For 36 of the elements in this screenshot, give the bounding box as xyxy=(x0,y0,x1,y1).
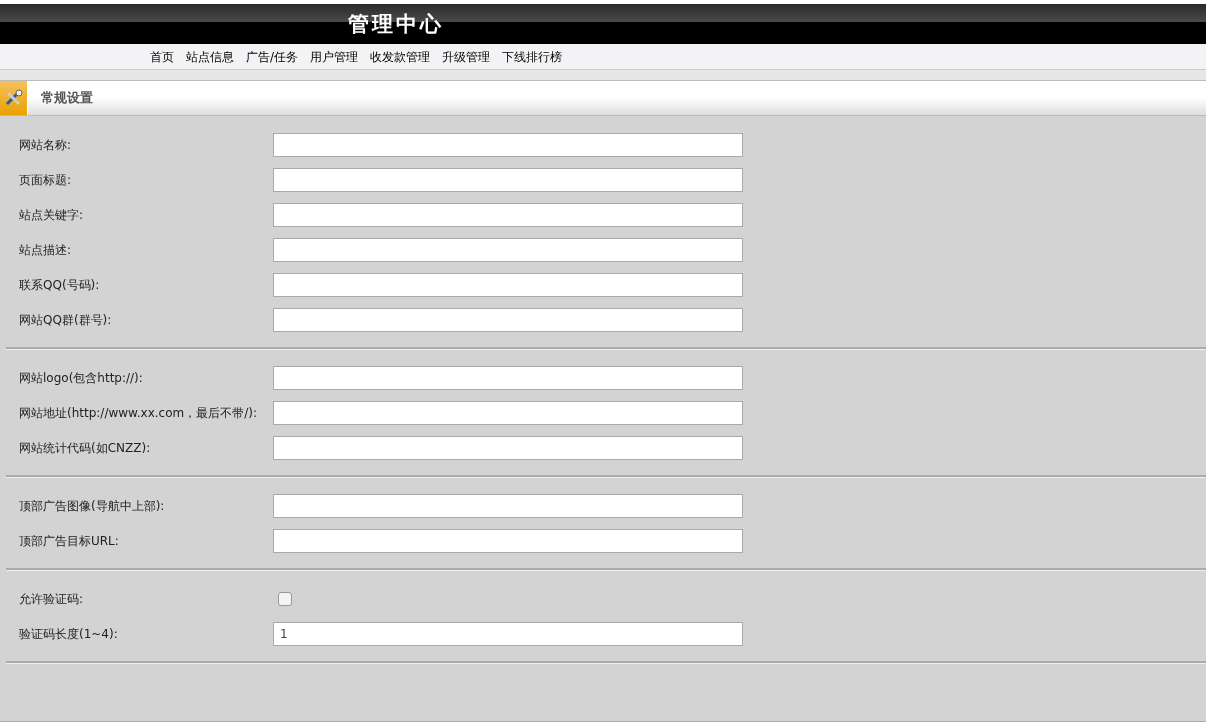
input-field[interactable] xyxy=(273,133,743,157)
nav-link[interactable]: 站点信息 xyxy=(186,48,234,66)
field-label: 页面标题: xyxy=(18,171,73,189)
field-label: 站点关键字: xyxy=(18,206,85,224)
field-label: 联系QQ(号码): xyxy=(18,276,101,294)
input-field[interactable] xyxy=(273,273,743,297)
field-label: 网站logo(包含http://): xyxy=(18,369,144,387)
field-label: 网站QQ群(群号): xyxy=(18,311,113,329)
nav-link[interactable]: 下线排行榜 xyxy=(502,48,563,66)
field-label: 允许验证码: xyxy=(18,590,85,608)
input-field[interactable]: 1 xyxy=(273,622,743,646)
input-field[interactable] xyxy=(273,494,743,518)
field-label: 站点描述: xyxy=(18,241,73,259)
input-field[interactable] xyxy=(273,529,743,553)
site-title: 管理中心 xyxy=(348,10,444,38)
field-label: 验证码长度(1~4): xyxy=(18,625,119,643)
nav-link[interactable]: 收发款管理 xyxy=(370,48,431,66)
nav-link[interactable]: 广告/任务 xyxy=(246,48,299,66)
checkbox[interactable] xyxy=(278,592,292,606)
input-field[interactable] xyxy=(273,366,743,390)
nav-link[interactable]: 升级管理 xyxy=(442,48,491,66)
field-label: 网站地址(http://www.xx.com，最后不带/): xyxy=(18,404,258,422)
field-label: 顶部广告图像(导航中上部): xyxy=(18,497,166,515)
input-field[interactable] xyxy=(273,308,743,332)
input-field[interactable] xyxy=(273,203,743,227)
nav-link[interactable]: 用户管理 xyxy=(310,48,359,66)
field-label: 顶部广告目标URL: xyxy=(18,532,120,550)
nav-link[interactable]: 首页 xyxy=(150,48,174,66)
field-label: 网站统计代码(如CNZZ): xyxy=(18,439,152,457)
input-field[interactable] xyxy=(273,168,743,192)
input-field[interactable] xyxy=(273,238,743,262)
input-field[interactable] xyxy=(273,436,743,460)
field-label: 网站名称: xyxy=(18,136,73,154)
section-title: 常规设置 xyxy=(41,89,93,107)
tools-icon xyxy=(3,89,24,107)
input-field[interactable] xyxy=(273,401,743,425)
